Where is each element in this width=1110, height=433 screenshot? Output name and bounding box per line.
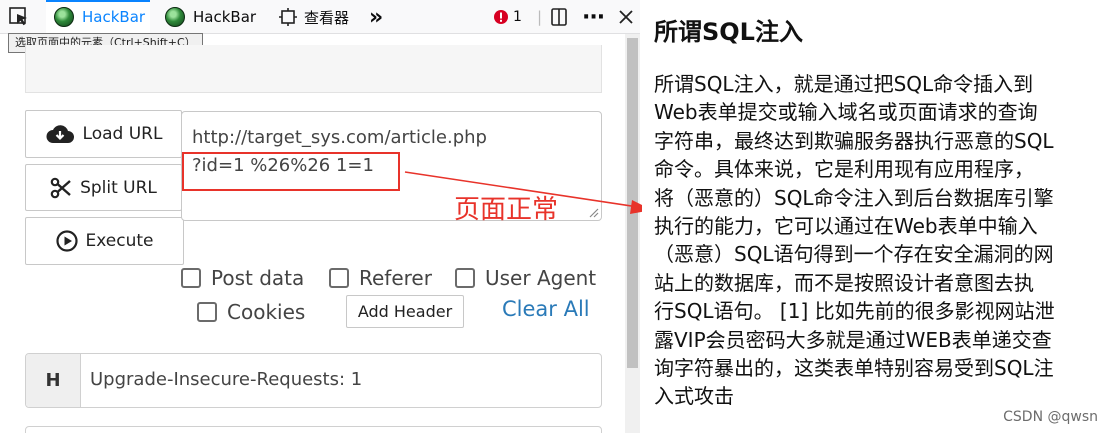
more-options-button[interactable]: ··· (582, 0, 605, 34)
more-tabs-button[interactable]: » (369, 0, 383, 34)
tab-inspector[interactable]: 查看器 (278, 0, 349, 34)
dock-icon (551, 8, 567, 26)
header-row: H Upgrade-Insecure-Requests: 1 (25, 353, 602, 408)
button-label: Split URL (80, 177, 157, 198)
error-count-badge[interactable]: 1 (493, 0, 522, 34)
toolbar-divider: | (537, 8, 543, 26)
tab-label: HackBar (193, 8, 257, 26)
load-url-button[interactable]: Load URL (25, 110, 182, 158)
button-label: Execute (85, 231, 154, 251)
ellipsis-icon: ··· (582, 4, 605, 30)
close-devtools-button[interactable] (618, 0, 634, 34)
annotation-label: 页面正常 (454, 195, 559, 225)
article-line: Web表单提交或输入域名或页面请求的查询 (654, 100, 1038, 125)
element-picker-icon (9, 7, 27, 26)
devtools-toolbar: HackBar HackBar 查看器 » 1 | ··· (0, 0, 640, 34)
url-line-1: http://target_sys.com/article.php (192, 127, 487, 148)
checkbox-square (455, 268, 475, 288)
close-icon (619, 10, 633, 24)
button-label: Load URL (82, 124, 163, 144)
hackbar-logo-icon (165, 7, 185, 27)
scrollbar-thumb[interactable] (627, 38, 638, 368)
user-agent-checkbox[interactable]: User Agent (455, 266, 596, 290)
checkbox-label: Cookies (227, 300, 306, 324)
article-line: 将（恶意的）SQL命令注入到后台数据库引擎 (654, 185, 1054, 210)
referer-checkbox[interactable]: Referer (329, 266, 432, 290)
chevrons-right-icon: » (369, 4, 384, 30)
element-picker-button[interactable] (8, 0, 30, 34)
article-line: 站上的数据库，而不是按照设计者意图去执 (654, 270, 1034, 295)
hackbar-top-panel (25, 45, 602, 93)
scissors-icon (50, 177, 71, 198)
tab-hackbar[interactable]: HackBar (165, 0, 256, 34)
article-body: 所谓SQL注入，就是通过把SQL命令插入到 Web表单提交或输入域名或页面请求的… (654, 70, 1104, 411)
article-line: 入式攻击 (654, 384, 734, 409)
cookies-checkbox[interactable]: Cookies (197, 300, 305, 324)
panel-scrollbar[interactable] (625, 34, 640, 433)
clear-all-link[interactable]: Clear All (502, 297, 590, 321)
article-panel: 所谓SQL注入 所谓SQL注入，就是通过把SQL命令插入到 Web表单提交或输入… (642, 0, 1110, 433)
post-data-checkbox[interactable]: Post data (181, 266, 304, 290)
checkbox-square (197, 302, 217, 322)
article-line: 字符串，最终达到欺骗服务器执行恶意的SQL (654, 128, 1054, 153)
header-row (25, 426, 602, 433)
resize-grip-icon[interactable] (587, 206, 599, 218)
header-key: H (26, 354, 81, 407)
tab-label: HackBar (82, 8, 146, 26)
checkbox-label: User Agent (485, 266, 597, 290)
article-line: 所谓SQL注入，就是通过把SQL命令插入到 (654, 72, 1034, 96)
hackbar-logo-icon (54, 7, 74, 27)
add-header-button[interactable]: Add Header (346, 295, 464, 328)
checkbox-label: Referer (359, 266, 432, 290)
tab-hackbar-active[interactable]: HackBar (46, 0, 150, 34)
highlight-box (182, 152, 400, 191)
header-value-input[interactable]: Upgrade-Insecure-Requests: 1 (90, 369, 362, 390)
button-label: Add Header (357, 302, 453, 321)
article-line: 行SQL语句。 [1] 比如先前的很多影视网站泄 (654, 299, 1055, 324)
article-line: 露VIP会员密码大多就是通过WEB表单递交查 (654, 327, 1052, 352)
article-line: 命令。具体来说，它是利用现有应用程序， (654, 157, 1034, 182)
checkbox-label: Post data (211, 266, 305, 290)
execute-button[interactable]: Execute (25, 217, 184, 265)
tab-label: 查看器 (304, 8, 350, 27)
checkbox-square (181, 268, 201, 288)
article-title: 所谓SQL注入 (654, 18, 803, 46)
error-count: 1 (513, 9, 522, 25)
checkbox-square (329, 268, 349, 288)
cloud-download-icon (46, 125, 74, 143)
article-line: 执行的能力，它可以通过在Web表单中输入 (654, 214, 1038, 239)
watermark: CSDN @qwsn (1003, 409, 1098, 425)
article-line: 询字符暴出的，这类表单特别容易受到SQL注 (654, 356, 1054, 381)
play-circle-icon (55, 230, 78, 252)
error-icon (494, 10, 508, 24)
dock-side-button[interactable] (550, 0, 568, 34)
article-line: （恶意）SQL语句得到一个存在安全漏洞的网 (654, 242, 1054, 267)
inspector-icon (279, 8, 297, 26)
split-url-button[interactable]: Split URL (25, 164, 182, 211)
